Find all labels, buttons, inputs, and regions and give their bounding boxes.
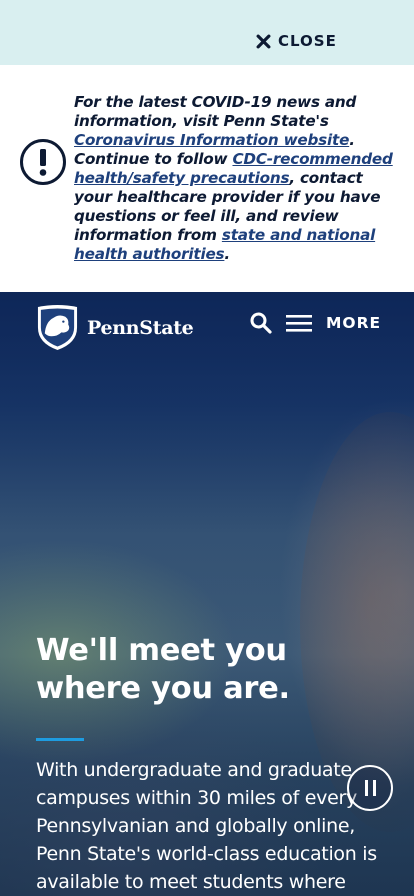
- coronavirus-info-link[interactable]: Coronavirus Information website: [74, 131, 349, 149]
- alert-message: For the latest COVID-19 news and informa…: [74, 93, 394, 264]
- close-alert-button[interactable]: CLOSE: [256, 30, 337, 52]
- hamburger-menu-icon: [286, 315, 312, 332]
- exclamation-circle-icon: [20, 139, 66, 185]
- pause-video-button[interactable]: [347, 765, 393, 811]
- pause-icon: [364, 780, 368, 796]
- alert-text-part: For the latest COVID-19 news and informa…: [74, 93, 357, 130]
- nittany-lion-shield-icon: [37, 305, 78, 350]
- more-menu-button[interactable]: MORE: [286, 312, 381, 334]
- more-label: MORE: [326, 314, 382, 332]
- hero-body-text: With undergraduate and graduate campuses…: [36, 759, 377, 893]
- headline-accent-rule: [36, 738, 84, 741]
- hero-headline: We'll meet you where you are.: [36, 633, 290, 706]
- alert-close-bar: CLOSE: [0, 0, 414, 65]
- alert-text-part: .: [224, 245, 230, 263]
- penn-state-logo[interactable]: PennState: [36, 304, 194, 351]
- close-icon: [256, 34, 271, 48]
- logo-wordmark: PennState: [87, 316, 194, 339]
- hero-section: PennState MORE We'll meet you where you …: [0, 292, 414, 896]
- pause-icon-bar: [372, 780, 376, 796]
- close-label: CLOSE: [278, 32, 337, 50]
- search-icon[interactable]: [249, 311, 273, 335]
